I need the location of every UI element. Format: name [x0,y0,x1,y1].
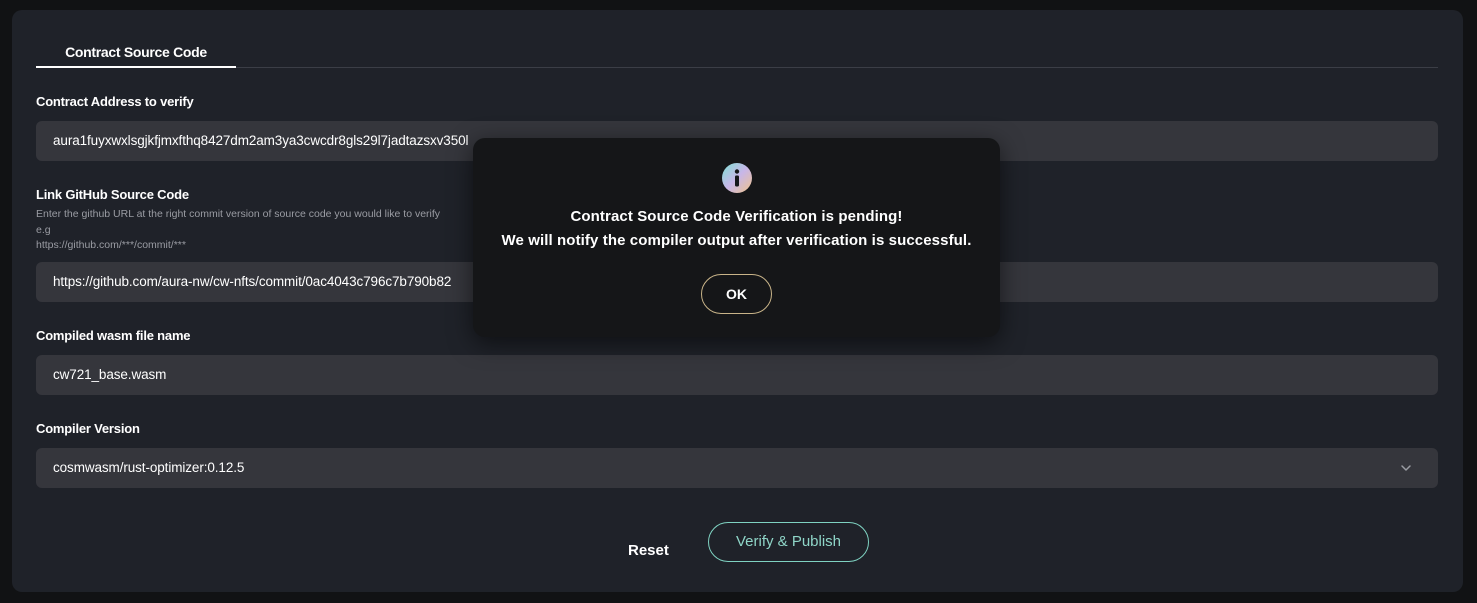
tab-bar: Contract Source Code [36,44,1438,68]
dialog-message: We will notify the compiler output after… [501,232,972,249]
verify-publish-button[interactable]: Verify & Publish [708,522,869,562]
reset-button[interactable]: Reset [628,532,669,570]
ok-button[interactable]: OK [701,274,772,314]
wasm-file-input[interactable]: cw721_base.wasm [36,355,1438,395]
compiler-version-select[interactable]: cosmwasm/rust-optimizer:0.12.5 [36,448,1438,488]
github-link-label: Link GitHub Source Code [36,187,189,202]
wasm-file-label: Compiled wasm file name [36,328,191,343]
github-link-help-text: Enter the github URL at the right commit… [36,208,441,220]
compiler-version-label: Compiler Version [36,421,140,436]
compiler-version-value: cosmwasm/rust-optimizer:0.12.5 [53,460,245,475]
info-icon [722,163,752,193]
verification-pending-dialog: Contract Source Code Verification is pen… [473,138,1000,337]
chevron-down-icon [1401,465,1411,471]
github-link-help-example-label: e.g [36,223,51,236]
tab-contract-source-code[interactable]: Contract Source Code [36,44,236,68]
verify-publish-label: Verify & Publish [735,533,842,550]
github-link-help: Enter the github URL at the right commit… [36,207,440,254]
contract-address-label: Contract Address to verify [36,94,194,109]
github-link-help-example: https://github.com/***/commit/*** [36,239,186,251]
dialog-title: Contract Source Code Verification is pen… [570,208,903,225]
